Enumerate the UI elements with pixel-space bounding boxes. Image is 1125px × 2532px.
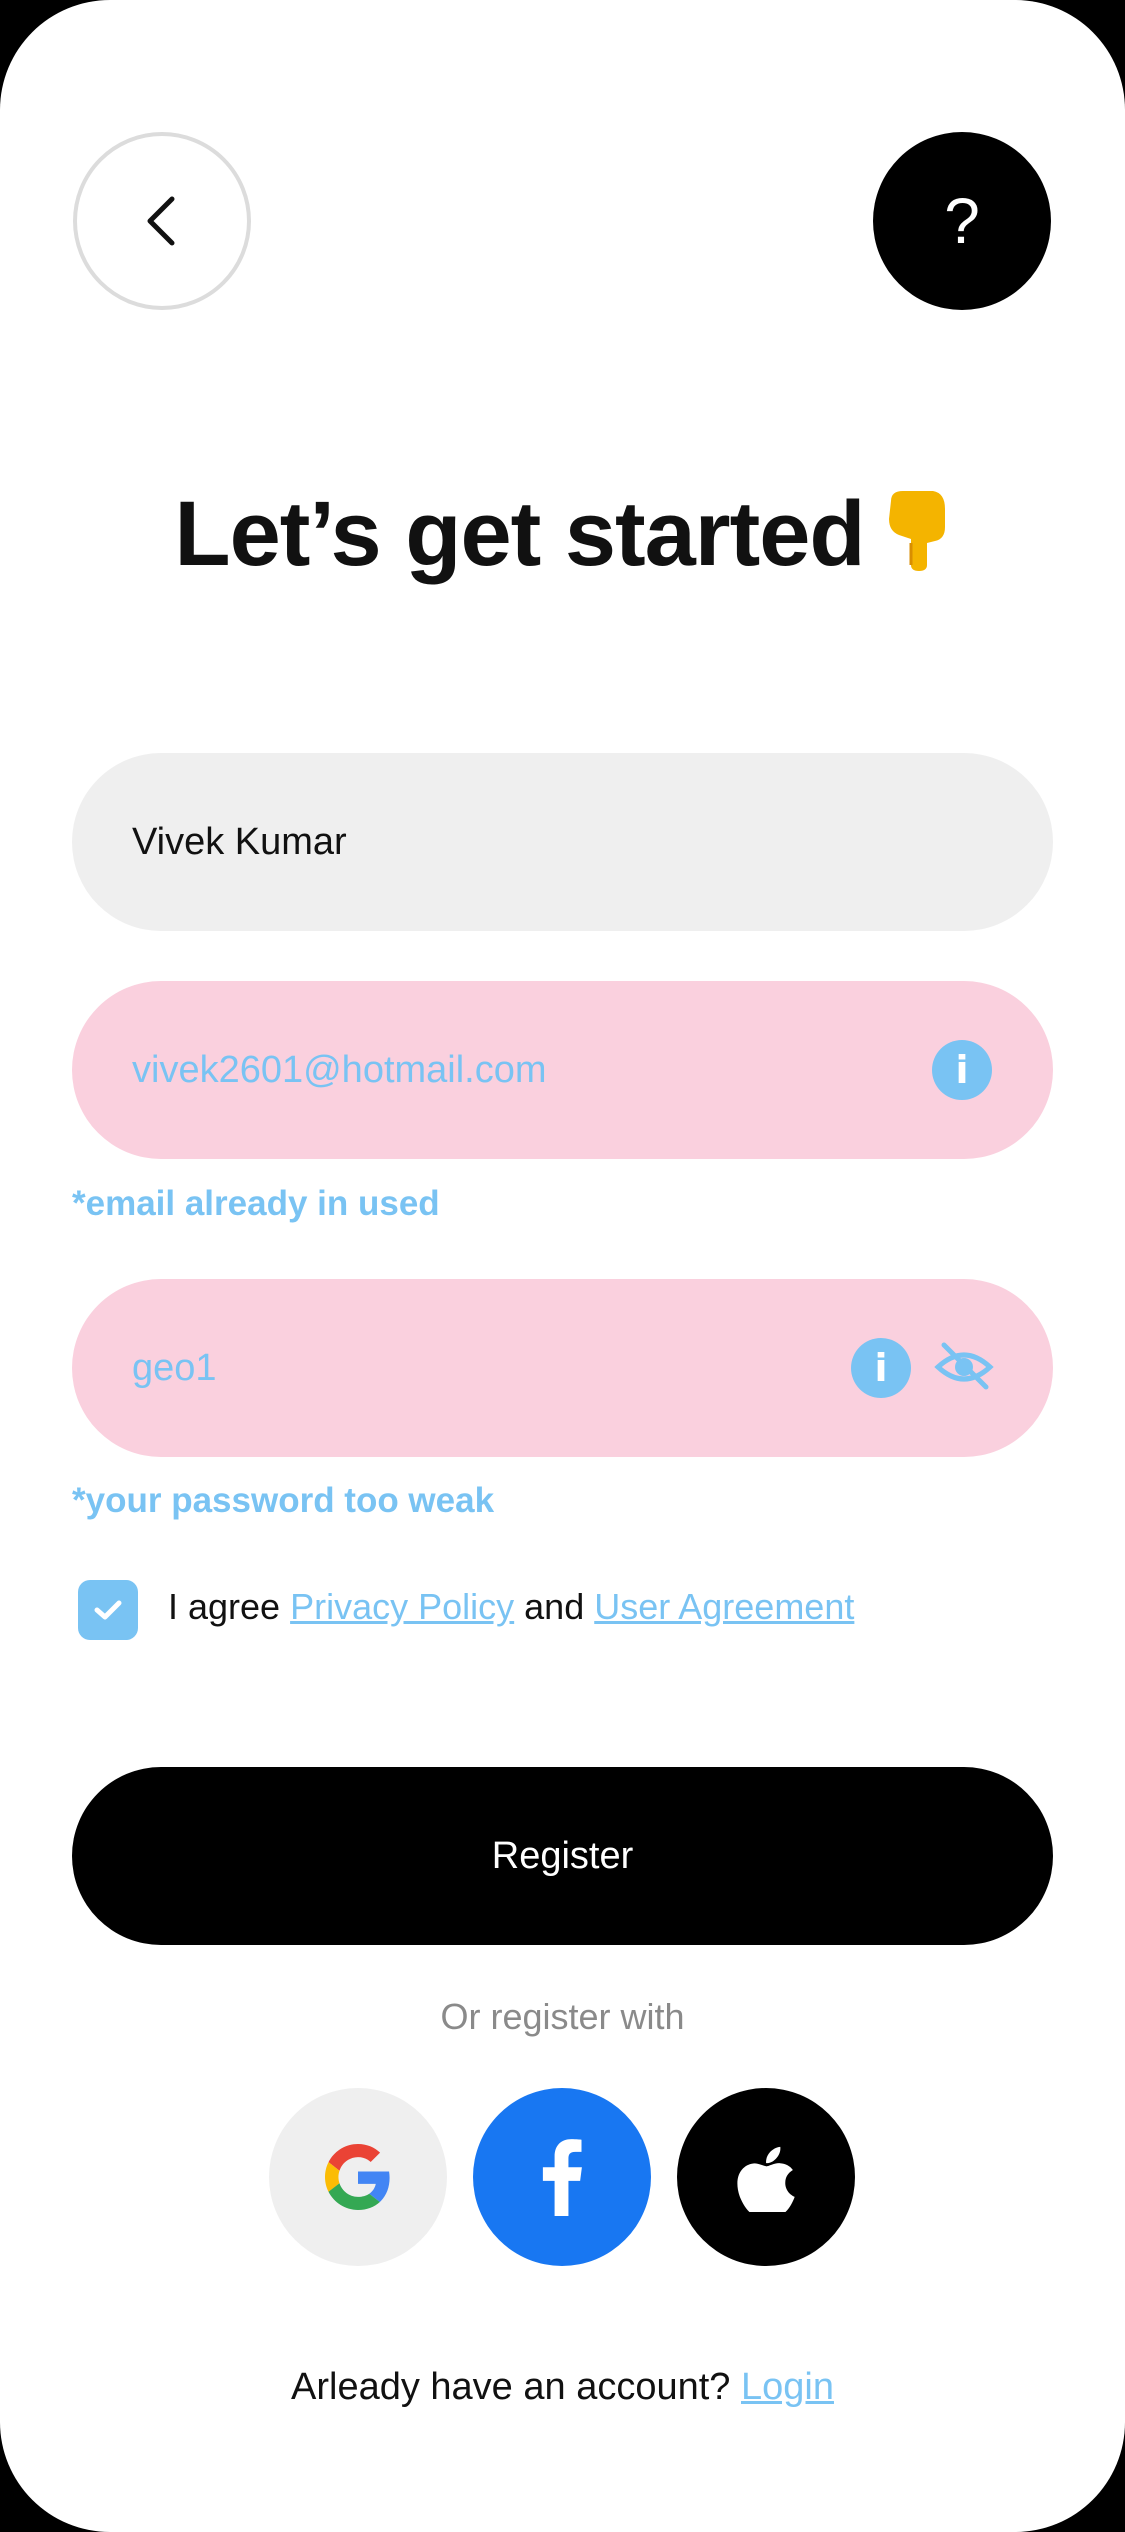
login-prompt: Arleady have an account? Login: [0, 2366, 1125, 2409]
register-button[interactable]: Register: [72, 1767, 1053, 1945]
apple-icon: [737, 2146, 795, 2212]
or-register-with-text: Or register with: [440, 1996, 685, 2037]
eye-off-icon[interactable]: [932, 1335, 996, 1399]
password-error-text: *your password too weak: [72, 1481, 495, 1520]
email-field-value: vivek2601@hotmail.com: [132, 1048, 547, 1091]
register-screen: ? Let’s get started Vivek Kumar vivek260…: [0, 0, 1125, 2532]
agree-text: I agree Privacy Policy and User Agreemen…: [168, 1586, 854, 1628]
agree-and: and: [514, 1586, 595, 1627]
check-icon: [94, 1600, 122, 1620]
password-field-value: geo1: [132, 1346, 217, 1389]
name-field[interactable]: Vivek Kumar: [72, 753, 1053, 931]
user-agreement-link[interactable]: User Agreement: [594, 1586, 854, 1627]
facebook-icon: [542, 2139, 582, 2216]
login-prompt-text: Arleady have an account?: [291, 2366, 741, 2408]
email-info-glyph: i: [955, 1048, 969, 1092]
email-field[interactable]: vivek2601@hotmail.com i: [72, 981, 1053, 1159]
privacy-policy-link[interactable]: Privacy Policy: [290, 1586, 514, 1627]
facebook-login-button[interactable]: [473, 2088, 651, 2266]
password-info-icon[interactable]: i: [851, 1338, 911, 1398]
register-button-label: Register: [491, 1834, 634, 1877]
page-title: Let’s get started: [0, 482, 1125, 595]
password-info-glyph: i: [874, 1346, 888, 1390]
help-button[interactable]: ?: [873, 132, 1051, 310]
google-login-button[interactable]: [269, 2088, 447, 2266]
agree-prefix: I agree: [168, 1586, 291, 1627]
pointing-down-hand-icon: [883, 487, 951, 595]
page-title-text: Let’s get started: [174, 483, 865, 585]
email-info-icon[interactable]: i: [932, 1040, 992, 1100]
chevron-left-icon: [147, 196, 175, 246]
password-field[interactable]: geo1 i: [72, 1279, 1053, 1457]
apple-login-button[interactable]: [677, 2088, 855, 2266]
email-error-text: *email already in used: [72, 1184, 440, 1223]
help-button-label: ?: [944, 185, 980, 257]
login-link[interactable]: Login: [741, 2366, 834, 2408]
google-icon: [325, 2144, 390, 2210]
back-button[interactable]: [73, 132, 251, 310]
agree-checkbox[interactable]: [78, 1580, 138, 1640]
name-field-value: Vivek Kumar: [132, 820, 347, 863]
